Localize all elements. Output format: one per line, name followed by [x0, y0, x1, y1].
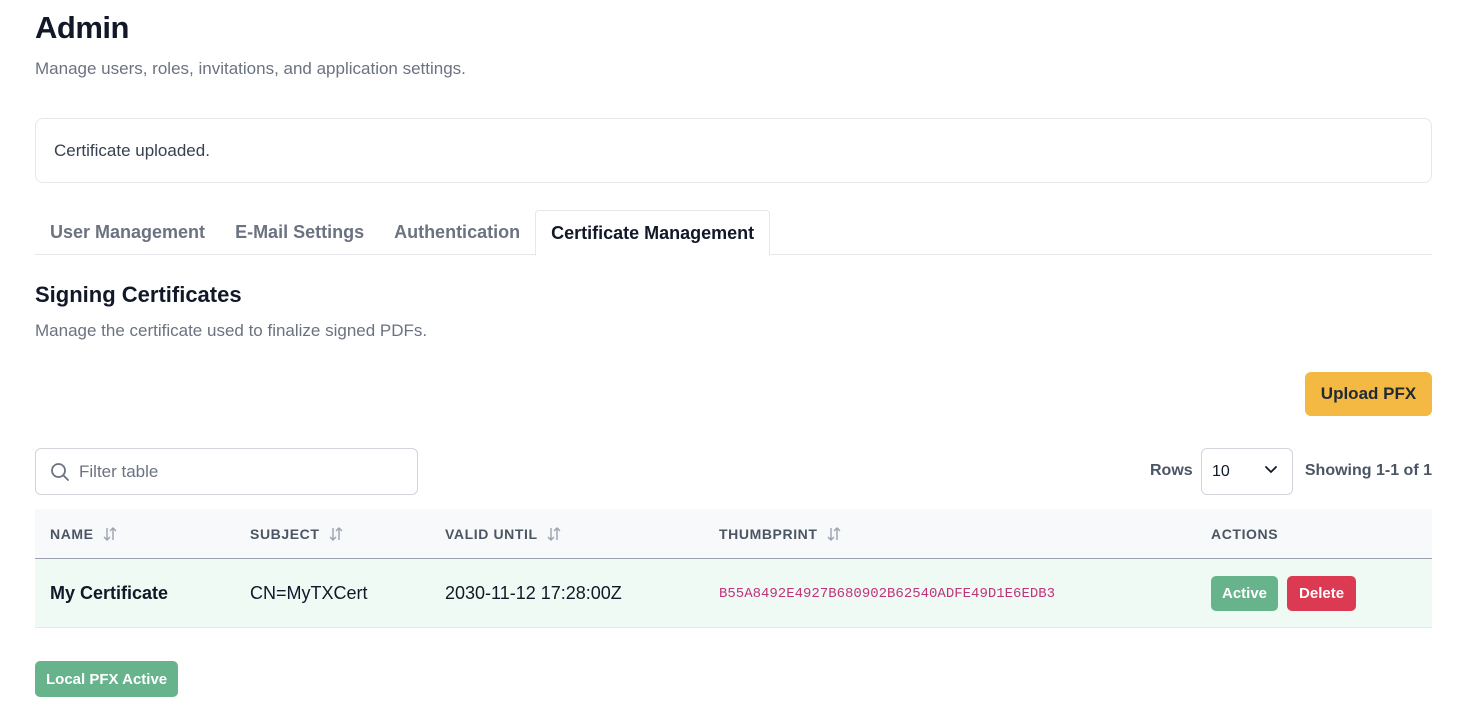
certificates-table: NAME SUBJECT VALID UNTIL THUMBPRINT ACTI…: [35, 509, 1432, 628]
active-button[interactable]: Active: [1211, 576, 1279, 611]
sort-icon[interactable]: [328, 526, 344, 542]
sort-icon[interactable]: [102, 526, 118, 542]
upload-pfx-button[interactable]: Upload PFX: [1305, 372, 1432, 416]
tab-user-management[interactable]: User Management: [35, 210, 220, 255]
tab-authentication[interactable]: Authentication: [379, 210, 535, 255]
certificate-subject: CN=MyTXCert: [250, 583, 368, 603]
local-pfx-status-badge: Local PFX Active: [35, 661, 179, 697]
chevron-down-icon: [1264, 462, 1278, 481]
delete-button[interactable]: Delete: [1287, 576, 1357, 611]
sort-icon[interactable]: [546, 526, 562, 542]
column-header-actions: ACTIONS: [1211, 526, 1279, 542]
table-row: My Certificate CN=MyTXCert 2030-11-12 17…: [35, 559, 1432, 628]
rows-per-page-value: 10: [1212, 462, 1230, 480]
filter-box[interactable]: [35, 448, 418, 495]
column-header-valid-until[interactable]: VALID UNTIL: [445, 509, 562, 559]
success-alert: Certificate uploaded.: [35, 118, 1432, 183]
column-header-name[interactable]: NAME: [50, 509, 118, 559]
filter-input[interactable]: [79, 461, 399, 482]
certificate-valid-until: 2030-11-12 17:28:00Z: [445, 583, 622, 603]
tab-certificate-management[interactable]: Certificate Management: [535, 210, 771, 256]
column-header-thumbprint[interactable]: THUMBPRINT: [719, 509, 842, 559]
page-subtitle: Manage users, roles, invitations, and ap…: [35, 59, 466, 78]
column-header-subject[interactable]: SUBJECT: [250, 509, 344, 559]
row-actions: Active Delete: [1211, 559, 1357, 628]
tab-email-settings[interactable]: E-Mail Settings: [220, 210, 379, 255]
search-icon: [50, 462, 70, 482]
admin-tabs: User Management E-Mail Settings Authenti…: [35, 210, 1432, 256]
alert-message: Certificate uploaded.: [54, 140, 210, 160]
section-title: Signing Certificates: [35, 282, 242, 307]
section-subtitle: Manage the certificate used to finalize …: [35, 321, 428, 340]
page-title: Admin: [35, 10, 129, 45]
pagination-summary: Showing 1-1 of 1: [1304, 462, 1432, 479]
table-header: NAME SUBJECT VALID UNTIL THUMBPRINT ACTI…: [35, 509, 1432, 559]
rows-label: Rows: [1150, 462, 1193, 479]
rows-per-page-select[interactable]: 10: [1201, 448, 1293, 495]
certificate-name: My Certificate: [50, 583, 169, 603]
sort-icon[interactable]: [826, 526, 842, 542]
certificate-thumbprint: B55A8492E4927B680902B62540ADFE49D1E6EDB3: [719, 585, 1056, 602]
